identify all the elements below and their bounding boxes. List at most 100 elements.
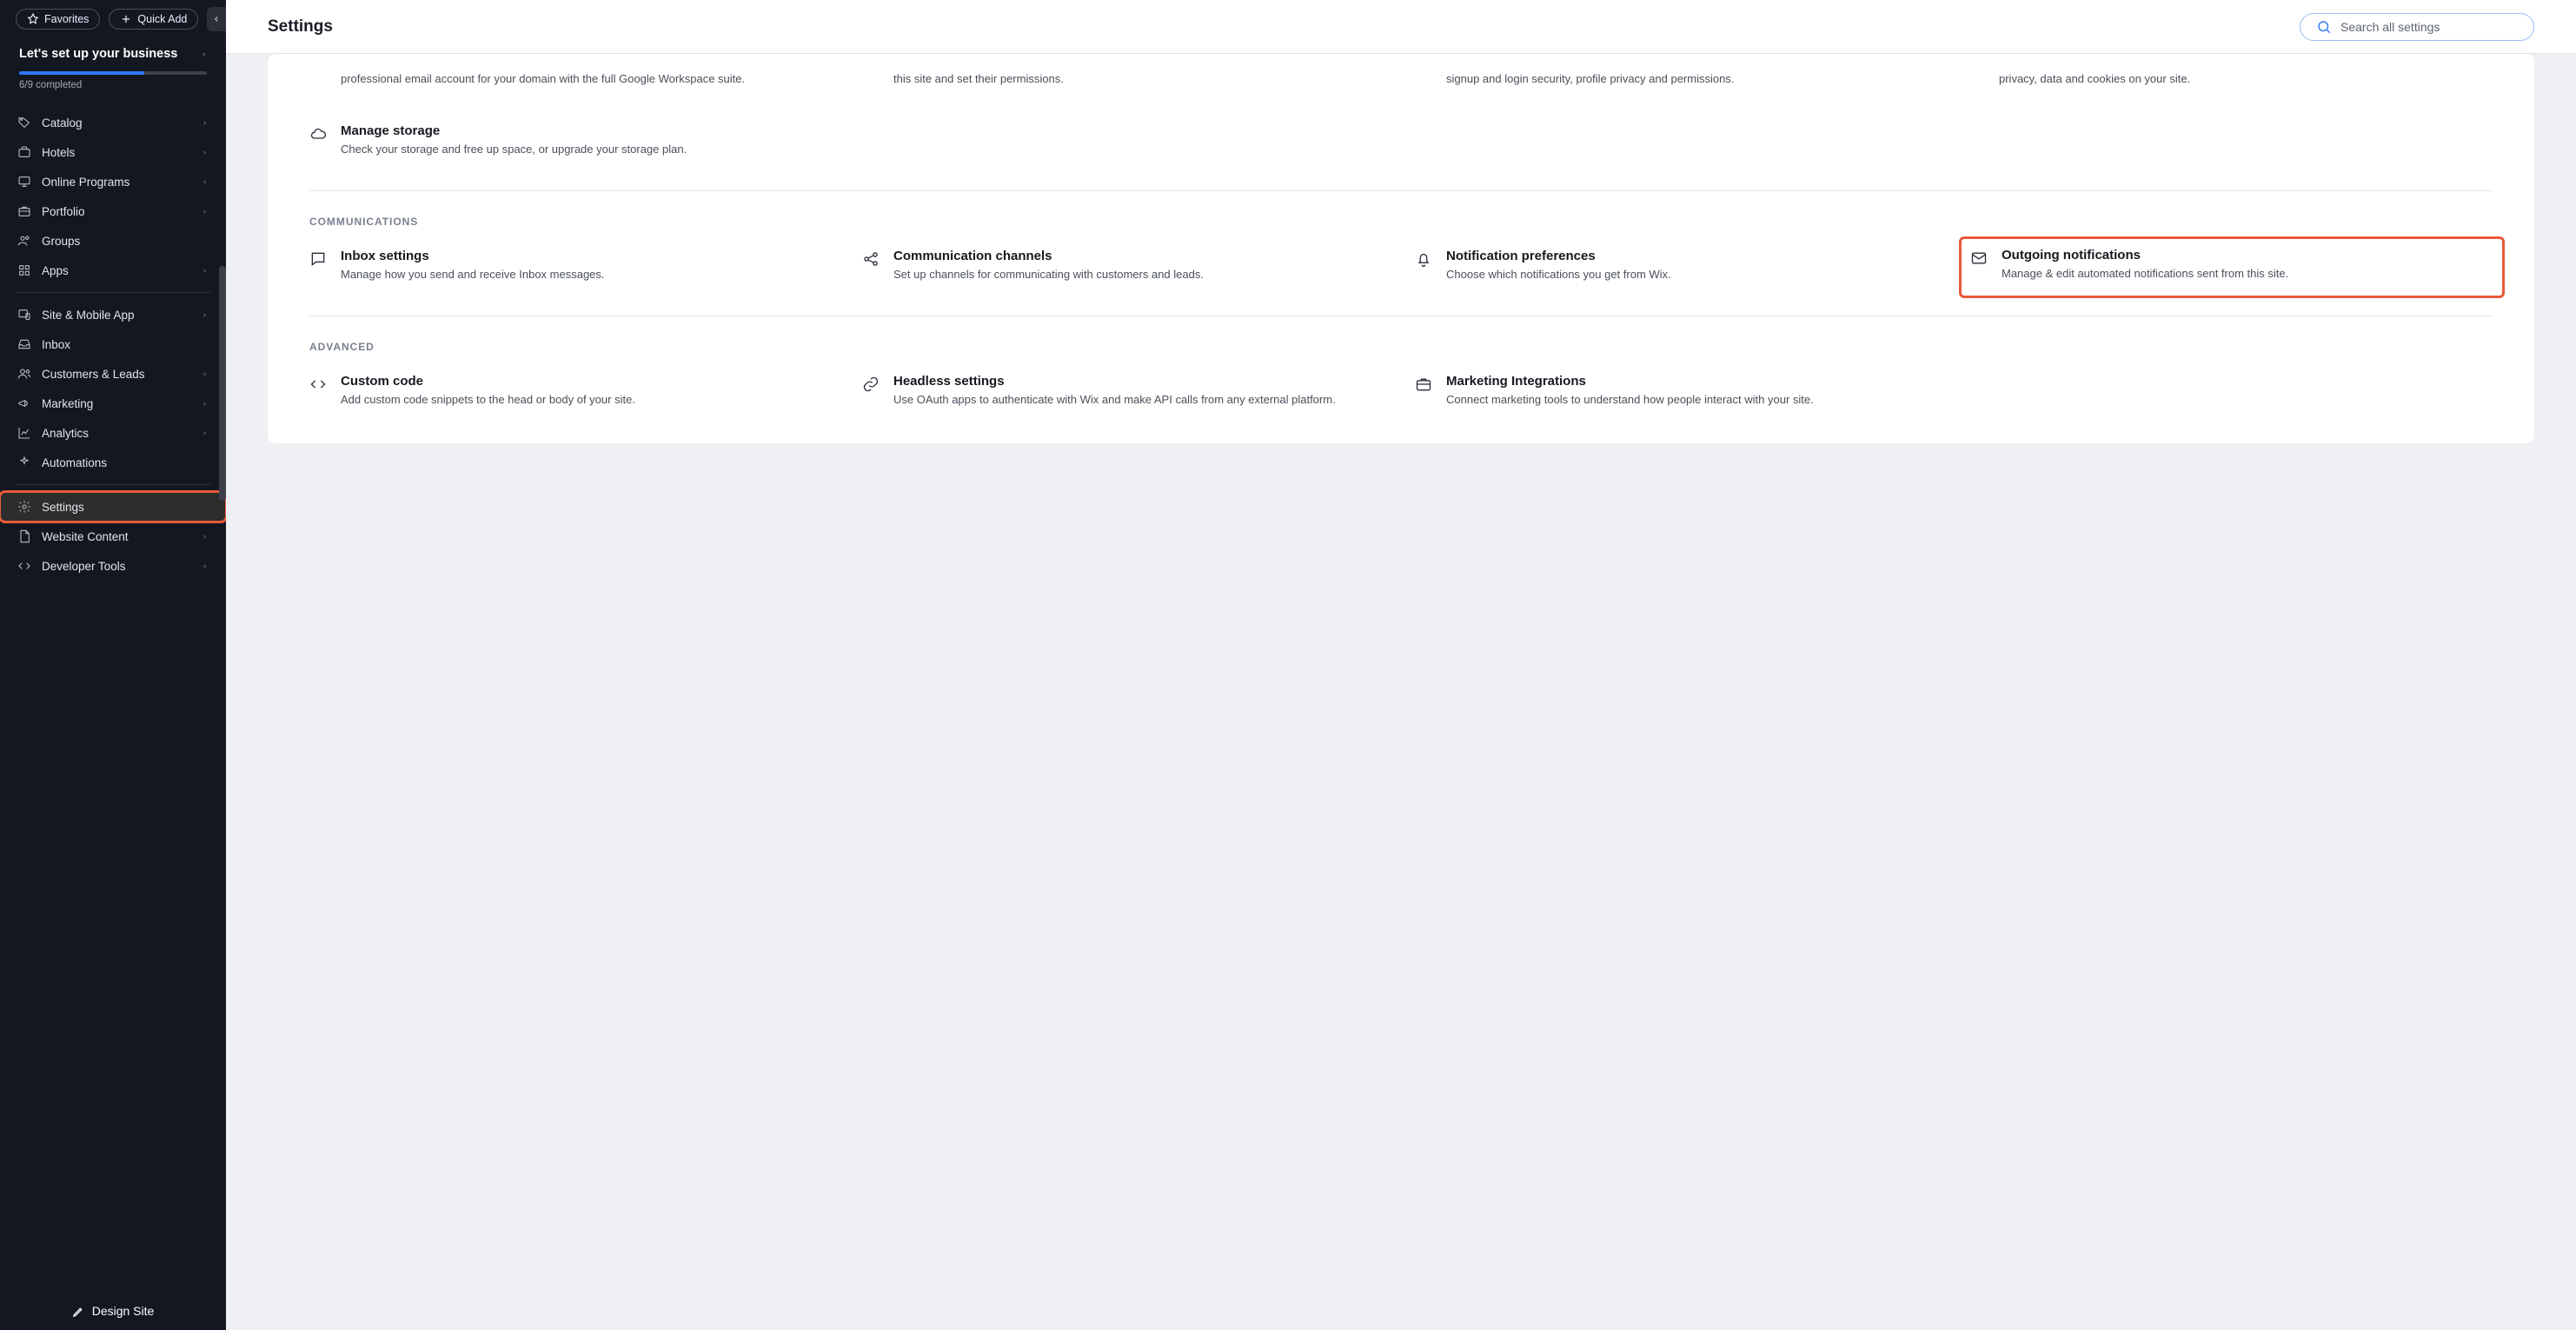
section-title-advanced: Advanced: [309, 316, 2493, 370]
sidebar-item-label: Inbox: [42, 338, 70, 351]
sidebar-item-groups[interactable]: Groups: [0, 226, 226, 256]
cloud-icon: [309, 125, 327, 143]
tile-headless-settings[interactable]: Headless settings Use OAuth apps to authe…: [862, 370, 1387, 411]
sidebar-item-website-content[interactable]: Website Content: [0, 522, 226, 551]
chevron-right-icon: [202, 399, 209, 409]
monitor-icon: [17, 175, 31, 189]
tile-desc: Manage how you send and receive Inbox me…: [341, 267, 834, 283]
design-site-button[interactable]: Design Site: [72, 1304, 155, 1318]
top-partial-row: professional email account for your doma…: [309, 68, 2493, 94]
search-box[interactable]: [2300, 13, 2534, 41]
sidebar-item-label: Portfolio: [42, 205, 85, 218]
share-icon: [862, 250, 880, 268]
sidebar-item-label: Marketing: [42, 397, 93, 410]
tile-outgoing-notifications[interactable]: Outgoing notifications Manage & edit auto…: [1959, 236, 2505, 298]
setup-block[interactable]: Let's set up your business 6/9 completed: [0, 40, 226, 104]
settings-card: professional email account for your doma…: [268, 54, 2534, 443]
star-icon: [27, 13, 39, 25]
tile-title: Inbox settings: [341, 249, 834, 263]
sidebar-scrollbar[interactable]: [219, 127, 226, 1287]
tile-notification-preferences[interactable]: Notification preferences Choose which not…: [1415, 245, 1940, 286]
suitcase-icon: [17, 145, 31, 159]
tray-icon: [17, 337, 31, 351]
tile-desc: signup and login security, profile priva…: [1446, 71, 1940, 87]
communications-grid: Inbox settings Manage how you send and re…: [309, 245, 2493, 286]
sidebar-item-automations[interactable]: Automations: [0, 448, 226, 477]
sidebar-item-settings[interactable]: Settings: [0, 492, 226, 522]
tile-title: Manage storage: [341, 123, 834, 138]
chevron-right-icon: [202, 118, 209, 128]
link-icon: [862, 376, 880, 393]
grid-icon: [17, 263, 31, 277]
sidebar-item-analytics[interactable]: Analytics: [0, 418, 226, 448]
quick-add-label: Quick Add: [137, 13, 187, 25]
briefcase-icon: [17, 204, 31, 218]
search-icon: [2316, 19, 2332, 35]
sidebar-item-portfolio[interactable]: Portfolio: [0, 196, 226, 226]
design-site-label: Design Site: [92, 1304, 155, 1318]
divider: [16, 484, 210, 485]
page-icon: [17, 529, 31, 543]
tile-desc: professional email account for your doma…: [341, 71, 834, 87]
chat-icon: [309, 250, 327, 268]
tile-desc: Choose which notifications you get from …: [1446, 267, 1940, 283]
tile-desc: this site and set their permissions.: [893, 71, 1387, 87]
code-icon: [17, 559, 31, 573]
tile-privacy[interactable]: privacy, data and cookies on your site.: [1968, 68, 2493, 94]
tile-title: Marketing Integrations: [1446, 374, 1940, 389]
tile-title: Headless settings: [893, 374, 1387, 389]
tile-custom-code[interactable]: Custom codeAdd custom code snippets to t…: [309, 370, 834, 411]
chevron-right-icon: [202, 532, 209, 542]
sidebar-collapse-button[interactable]: [207, 7, 226, 31]
quick-add-button[interactable]: Quick Add: [109, 9, 198, 30]
device-icon: [17, 308, 31, 322]
sidebar-item-label: Settings: [42, 501, 84, 514]
plus-icon: [120, 13, 132, 25]
sidebar-item-customers-leads[interactable]: Customers & Leads: [0, 359, 226, 389]
tile-inbox-settings[interactable]: Inbox settings Manage how you send and re…: [309, 245, 834, 286]
tile-communication-channels[interactable]: Communication channelsSet up channels fo…: [862, 245, 1387, 286]
content-area[interactable]: professional email account for your doma…: [226, 54, 2576, 1330]
tile-desc: Connect marketing tools to understand ho…: [1446, 392, 1940, 408]
sidebar-item-apps[interactable]: Apps: [0, 256, 226, 285]
sidebar-item-site-mobile-app[interactable]: Site & Mobile App: [0, 300, 226, 329]
tile-manage-storage[interactable]: Manage storage Check your storage and fr…: [309, 120, 834, 161]
sidebar-item-label: Catalog: [42, 116, 83, 130]
tile-desc: Manage & edit automated notifications se…: [2002, 266, 2490, 282]
favorites-label: Favorites: [44, 13, 89, 25]
bell-icon: [1415, 250, 1432, 268]
pencil-icon: [72, 1305, 85, 1318]
sparkle-icon: [17, 456, 31, 469]
chevron-right-icon: [202, 177, 209, 187]
sidebar-item-developer-tools[interactable]: Developer Tools: [0, 551, 226, 581]
chevron-right-icon: [202, 148, 209, 157]
gear-icon: [17, 500, 31, 514]
divider: [16, 292, 210, 293]
sidebar-top-row: Favorites Quick Add: [0, 0, 226, 40]
tile-permissions[interactable]: this site and set their permissions.: [862, 68, 1387, 94]
tile-title: Custom code: [341, 374, 834, 389]
tile-desc: Use OAuth apps to authenticate with Wix …: [893, 392, 1387, 408]
sidebar-item-marketing[interactable]: Marketing: [0, 389, 226, 418]
sidebar-item-online-programs[interactable]: Online Programs: [0, 167, 226, 196]
tag-icon: [17, 116, 31, 130]
tile-marketing-integrations[interactable]: Marketing Integrations Connect marketing …: [1415, 370, 1940, 411]
setup-progress-bar: [19, 71, 207, 75]
sidebar-item-label: Developer Tools: [42, 560, 126, 573]
chevron-right-icon: [202, 266, 209, 276]
setup-progress-text: 6/9 completed: [19, 80, 207, 90]
sidebar-nav: Catalog HotelsOnline Programs Portfolio Gro…: [0, 104, 226, 1292]
chevron-right-icon: [202, 429, 209, 438]
tile-title: Outgoing notifications: [2002, 248, 2490, 263]
sidebar-item-hotels[interactable]: Hotels: [0, 137, 226, 167]
tile-signup[interactable]: signup and login security, profile priva…: [1415, 68, 1940, 94]
search-input[interactable]: [2340, 20, 2514, 34]
tile-title: Communication channels: [893, 249, 1387, 263]
tile-email[interactable]: professional email account for your doma…: [309, 68, 834, 94]
tile-title: Notification preferences: [1446, 249, 1940, 263]
sidebar-item-inbox[interactable]: Inbox: [0, 329, 226, 359]
sidebar: Favorites Quick Add Let's set up your bu…: [0, 0, 226, 1330]
sidebar-item-catalog[interactable]: Catalog: [0, 108, 226, 137]
favorites-button[interactable]: Favorites: [16, 9, 100, 30]
scrollbar-thumb[interactable]: [219, 266, 226, 501]
